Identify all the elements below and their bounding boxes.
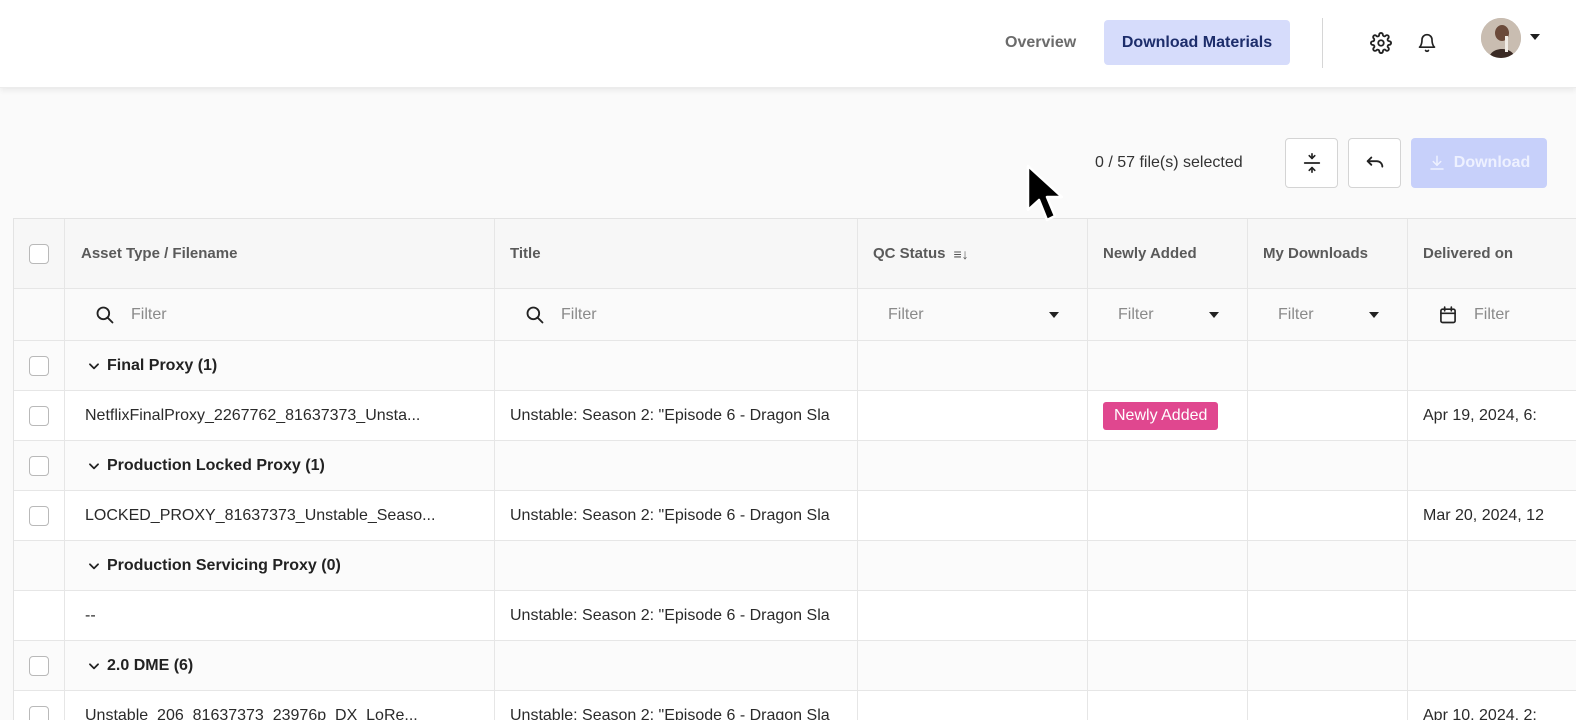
header-title[interactable]: Title: [495, 219, 858, 288]
title-filter-input[interactable]: Filter: [495, 289, 858, 340]
header-qc-status[interactable]: QC Status ≡↓: [858, 219, 1088, 288]
top-nav-bar: Overview Download Materials: [0, 0, 1576, 88]
row-checkbox[interactable]: [29, 505, 49, 526]
table-row[interactable]: Unstable_206_81637373_23976p_DX_LoRe... …: [14, 691, 1576, 720]
group-label[interactable]: Final Proxy (1): [87, 357, 217, 375]
row-checkbox[interactable]: [29, 455, 49, 476]
title-text: Unstable: Season 2: "Episode 6 - Dragon …: [510, 606, 830, 624]
header-newly-added[interactable]: Newly Added: [1088, 219, 1248, 288]
qc-status-filter-select[interactable]: Filter: [858, 289, 1088, 340]
selected-file-count: 0 / 57 file(s) selected: [1095, 154, 1243, 171]
download-icon: [1430, 155, 1444, 170]
table-header-row: Asset Type / Filename Title QC Status ≡↓ …: [14, 219, 1576, 289]
row-checkbox-cell: [14, 341, 65, 390]
nav-overview-link[interactable]: Overview: [990, 20, 1091, 65]
bell-icon[interactable]: [1414, 30, 1440, 56]
filename-text: --: [85, 606, 96, 624]
filename-text: LOCKED_PROXY_81637373_Unstable_Seaso...: [85, 506, 436, 524]
row-checkbox-cell: [14, 591, 65, 640]
chevron-down-icon: [89, 662, 99, 669]
my-downloads-filter-select[interactable]: Filter: [1248, 289, 1408, 340]
undo-icon: [1366, 156, 1383, 168]
row-checkbox-cell: [14, 391, 65, 440]
table-group-row[interactable]: 2.0 DME (6): [14, 641, 1576, 691]
undo-button[interactable]: [1348, 138, 1401, 188]
table-group-row[interactable]: Production Servicing Proxy (0): [14, 541, 1576, 591]
delivered-date: Apr 19, 2024, 6:: [1423, 406, 1537, 424]
table-group-row[interactable]: Production Locked Proxy (1): [14, 441, 1576, 491]
chevron-down-icon: [89, 462, 99, 469]
title-text: Unstable: Season 2: "Episode 6 - Dragon …: [510, 706, 830, 720]
table-row[interactable]: NetflixFinalProxy_2267762_81637373_Unsta…: [14, 391, 1576, 441]
chevron-down-icon: [1049, 312, 1059, 318]
row-checkbox-cell: [14, 441, 65, 490]
mouse-pointer-icon: [1026, 164, 1064, 222]
collapse-rows-button[interactable]: [1285, 138, 1338, 188]
table-filter-row: Filter Filter Filter Filter Filter Filte…: [14, 289, 1576, 341]
header-delivered-on[interactable]: Delivered on: [1408, 219, 1576, 288]
row-checkbox-cell: [14, 641, 65, 690]
table-row[interactable]: -- Unstable: Season 2: "Episode 6 - Drag…: [14, 591, 1576, 641]
materials-table: Asset Type / Filename Title QC Status ≡↓ …: [13, 218, 1576, 720]
title-text: Unstable: Season 2: "Episode 6 - Dragon …: [510, 506, 830, 524]
calendar-icon: [1440, 305, 1456, 323]
header-asset-type[interactable]: Asset Type / Filename: [65, 219, 495, 288]
chevron-down-icon: [89, 362, 99, 369]
chevron-down-icon: [89, 562, 99, 569]
download-button[interactable]: Download: [1411, 138, 1547, 188]
header-select-all-cell: [14, 219, 65, 288]
row-checkbox-cell: [14, 691, 65, 720]
group-label[interactable]: 2.0 DME (6): [87, 657, 193, 675]
sort-descending-icon[interactable]: ≡↓: [954, 246, 969, 262]
user-avatar[interactable]: [1481, 18, 1521, 58]
search-icon: [526, 306, 544, 323]
avatar-menu-caret-icon[interactable]: [1530, 34, 1540, 40]
group-label[interactable]: Production Locked Proxy (1): [87, 457, 325, 475]
row-checkbox[interactable]: [29, 655, 49, 676]
collapse-rows-icon: [1303, 153, 1320, 173]
download-button-label: Download: [1453, 154, 1531, 171]
newly-added-badge: Newly Added: [1103, 401, 1219, 430]
filename-text: Unstable_206_81637373_23976p_DX_LoRe...: [85, 706, 418, 720]
filename-text: NetflixFinalProxy_2267762_81637373_Unsta…: [85, 406, 421, 424]
row-checkbox-cell: [14, 541, 65, 590]
table-row[interactable]: LOCKED_PROXY_81637373_Unstable_Seaso... …: [14, 491, 1576, 541]
header-my-downloads[interactable]: My Downloads: [1248, 219, 1408, 288]
table-group-row[interactable]: Final Proxy (1): [14, 341, 1576, 391]
group-label[interactable]: Production Servicing Proxy (0): [87, 557, 341, 575]
nav-download-materials-link[interactable]: Download Materials: [1104, 20, 1290, 65]
row-checkbox[interactable]: [29, 405, 49, 426]
chevron-down-icon: [1369, 312, 1379, 318]
chevron-down-icon: [1209, 312, 1219, 318]
delivered-date: Apr 10, 2024, 2:: [1423, 706, 1537, 720]
search-icon: [96, 306, 114, 323]
filter-empty-cell: [14, 289, 65, 340]
select-all-checkbox[interactable]: [29, 243, 49, 264]
newly-added-filter-select[interactable]: Filter: [1088, 289, 1248, 340]
row-checkbox-cell: [14, 491, 65, 540]
row-checkbox[interactable]: [29, 705, 49, 720]
row-checkbox[interactable]: [29, 355, 49, 376]
title-text: Unstable: Season 2: "Episode 6 - Dragon …: [510, 406, 830, 424]
nav-divider: [1322, 18, 1323, 68]
asset-filter-input[interactable]: Filter: [65, 289, 495, 340]
delivered-on-filter-input[interactable]: Filter: [1408, 289, 1576, 340]
delivered-date: Mar 20, 2024, 12: [1423, 506, 1544, 524]
gear-icon[interactable]: [1368, 30, 1394, 56]
